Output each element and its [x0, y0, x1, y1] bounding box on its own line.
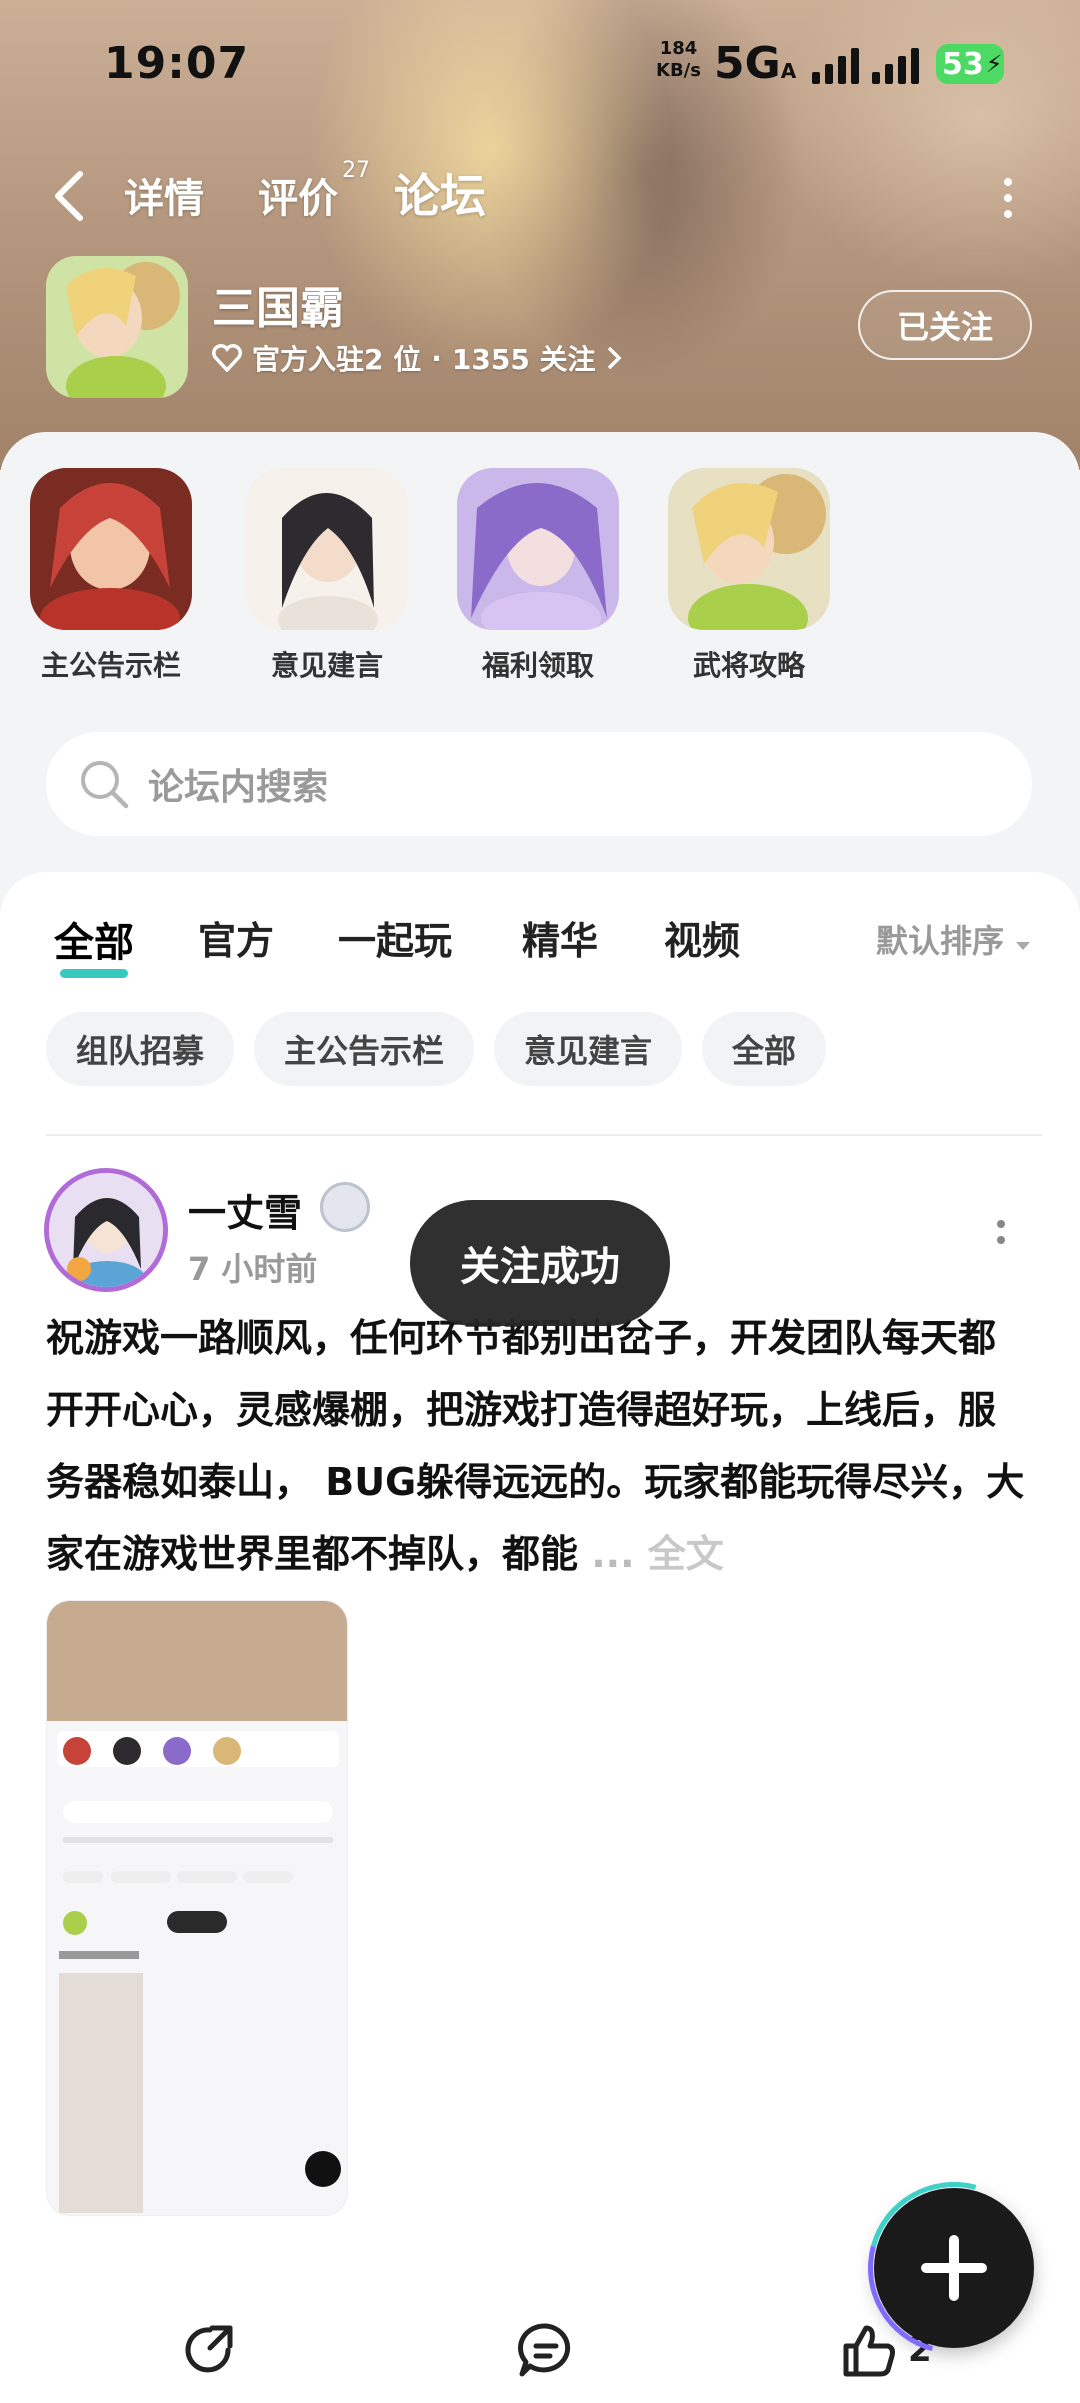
sort-dropdown[interactable]: 默认排序: [876, 916, 1031, 962]
forum-panel: 主公告示栏 意见建言 福利领取 武将攻略 论坛内搜索 全部 官方 一起玩 精华: [0, 432, 1080, 2403]
tab-forum[interactable]: 论坛: [394, 160, 486, 228]
more-icon[interactable]: [996, 176, 1020, 220]
back-icon[interactable]: [48, 168, 92, 224]
divider: [46, 1134, 1042, 1136]
chip-all[interactable]: 全部: [702, 1012, 827, 1086]
follower-count: 1355 关注: [451, 343, 596, 376]
comment-icon: [517, 2323, 571, 2377]
feed-tab-featured[interactable]: 精华: [522, 910, 598, 965]
feed-tab-official[interactable]: 官方: [198, 910, 274, 965]
battery-icon: 53 ⚡: [936, 44, 1004, 84]
full-text-link[interactable]: 全文: [648, 1532, 724, 1576]
feed-tabs: 全部 官方 一起玩 精华 视频 默认排序: [0, 910, 1080, 980]
post-time: 7 小时前: [188, 1250, 318, 1288]
category-thumb: [30, 468, 192, 630]
game-icon[interactable]: [46, 256, 188, 398]
network-type: 5GA: [714, 38, 797, 89]
search-icon: [81, 761, 129, 809]
create-post-button[interactable]: [874, 2188, 1034, 2348]
status-time: 19:07: [104, 38, 250, 89]
feed-tab-video[interactable]: 视频: [664, 910, 740, 965]
search-input[interactable]: 论坛内搜索: [148, 758, 328, 810]
category-feedback[interactable]: 意见建言: [242, 468, 412, 684]
status-bar: 19:07 184 KB/s 5GA 53 ⚡: [0, 0, 1080, 130]
chevron-right-icon: [607, 346, 622, 370]
category-thumb: [457, 468, 619, 630]
heart-icon: [212, 344, 242, 372]
category-announcements[interactable]: 主公告示栏: [26, 468, 196, 684]
feed-tab-play-together[interactable]: 一起玩: [338, 910, 452, 965]
post-more-icon[interactable]: [994, 1218, 1008, 1248]
chip-announcements[interactable]: 主公告示栏: [254, 1012, 475, 1086]
share-button[interactable]: [180, 2320, 240, 2380]
share-icon: [185, 2325, 233, 2373]
tab-details[interactable]: 详情: [124, 166, 204, 224]
comment-button[interactable]: [516, 2320, 576, 2380]
feed-tab-all[interactable]: 全部: [54, 910, 134, 978]
category-guides[interactable]: 武将攻略: [664, 468, 834, 684]
follow-button[interactable]: 已关注: [858, 290, 1032, 360]
game-meta[interactable]: 官方入驻2 位 · 1355 关注: [212, 338, 622, 378]
category-thumb: [668, 468, 830, 630]
post-feed: 全部 官方 一起玩 精华 视频 默认排序 组队招募 主公告示栏 意见建言 全部 …: [0, 872, 1080, 2403]
post-author[interactable]: 一丈雪: [188, 1182, 302, 1237]
plus-icon: [921, 2235, 987, 2301]
net-speed: 184 KB/s: [656, 38, 701, 81]
filter-chips: 组队招募 主公告示栏 意见建言 全部: [46, 1012, 827, 1086]
post-image[interactable]: [46, 1600, 348, 2216]
category-thumb: [246, 468, 408, 630]
signal-icon: [812, 44, 859, 84]
chevron-down-icon: [1016, 942, 1031, 950]
post-content[interactable]: 祝游戏一路顺风，任何环节都别出岔子，开发团队每天都开开心心，灵感爆棚，把游戏打造…: [46, 1302, 1026, 1590]
top-nav: 详情 评价 27 论坛: [0, 150, 1080, 240]
search-bar[interactable]: 论坛内搜索: [46, 732, 1032, 836]
avatar[interactable]: [44, 1168, 168, 1292]
like-icon: [843, 2325, 895, 2377]
review-count: 27: [342, 158, 370, 183]
tab-reviews[interactable]: 评价 27: [258, 158, 370, 224]
signal-icon-2: [872, 44, 919, 84]
game-title: 三国霸: [212, 283, 344, 334]
category-welfare[interactable]: 福利领取: [453, 468, 623, 684]
verified-badge-icon: [320, 1182, 370, 1232]
official-count: 官方入驻2 位: [252, 343, 422, 376]
chip-feedback[interactable]: 意见建言: [494, 1012, 683, 1086]
chip-team-recruit[interactable]: 组队招募: [46, 1012, 235, 1086]
toast-message: 关注成功: [410, 1200, 670, 1326]
